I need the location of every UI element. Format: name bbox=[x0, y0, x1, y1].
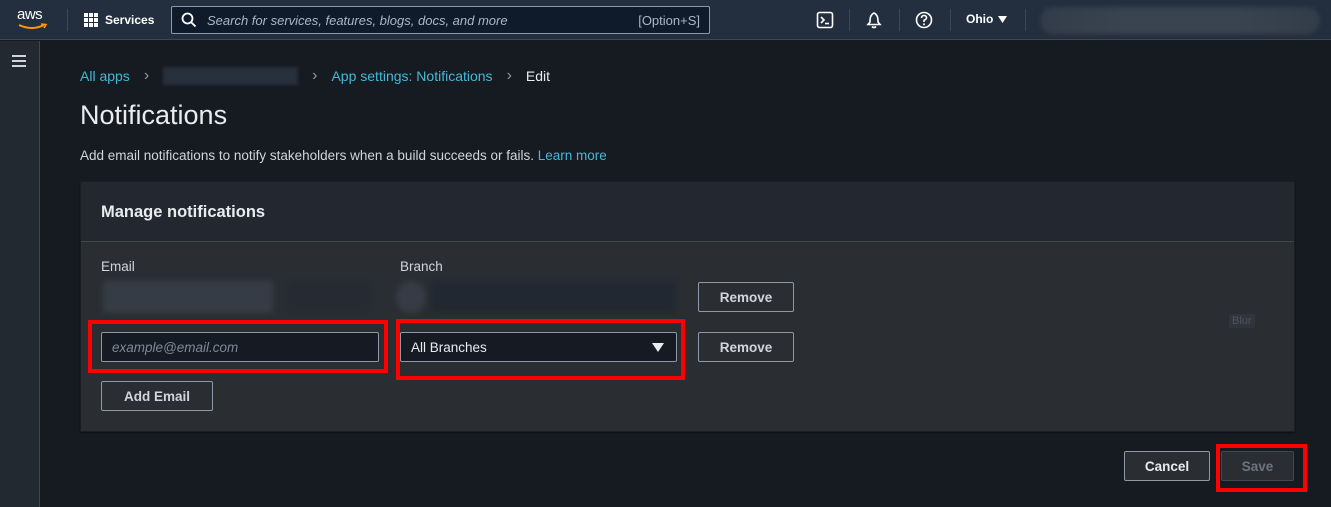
aws-logo[interactable]: aws bbox=[17, 6, 51, 32]
region-label: Ohio bbox=[966, 12, 994, 26]
page-description: Add email notifications to notify stakeh… bbox=[80, 148, 607, 163]
email-value-redacted bbox=[286, 281, 371, 313]
email-input[interactable]: example@email.com bbox=[101, 332, 379, 362]
page-title: Notifications bbox=[80, 100, 228, 130]
region-selector[interactable]: Ohio bbox=[966, 12, 1008, 26]
caret-down-icon bbox=[998, 15, 1008, 23]
side-navigation bbox=[0, 41, 40, 507]
learn-more-link[interactable]: Learn more bbox=[538, 148, 607, 163]
services-menu-button[interactable]: Services bbox=[84, 11, 154, 29]
cloudshell-icon[interactable] bbox=[816, 11, 834, 29]
add-email-button[interactable]: Add Email bbox=[101, 381, 213, 411]
panel-title: Manage notifications bbox=[101, 203, 266, 221]
divider bbox=[67, 9, 68, 31]
email-input-placeholder: example@email.com bbox=[112, 339, 239, 355]
email-value-redacted bbox=[103, 281, 273, 313]
hamburger-menu-icon[interactable] bbox=[12, 55, 26, 67]
aws-smile-icon bbox=[18, 23, 48, 29]
chevron-right-icon: › bbox=[143, 67, 150, 84]
aws-logo-text: aws bbox=[17, 6, 43, 23]
search-shortcut: [Option+S] bbox=[638, 12, 700, 28]
branch-select-value: All Branches bbox=[411, 339, 487, 355]
bell-icon[interactable] bbox=[865, 11, 883, 29]
breadcrumb-all-apps[interactable]: All apps bbox=[80, 68, 130, 84]
email-column-label: Email bbox=[101, 259, 135, 274]
search-icon bbox=[181, 12, 197, 28]
grid-icon bbox=[84, 13, 98, 27]
caret-down-icon bbox=[652, 343, 664, 352]
breadcrumb-edit: Edit bbox=[525, 68, 551, 84]
divider bbox=[1025, 9, 1026, 31]
remove-button[interactable]: Remove bbox=[698, 332, 794, 362]
description-text: Add email notifications to notify stakeh… bbox=[80, 148, 534, 163]
divider bbox=[849, 9, 850, 31]
branch-select[interactable]: All Branches bbox=[400, 332, 677, 362]
search-placeholder: Search for services, features, blogs, do… bbox=[207, 12, 508, 28]
chevron-right-icon: › bbox=[312, 67, 318, 84]
cancel-button[interactable]: Cancel bbox=[1124, 451, 1210, 481]
account-menu-redacted[interactable] bbox=[1040, 7, 1320, 34]
help-icon[interactable] bbox=[915, 11, 933, 29]
divider bbox=[950, 9, 951, 31]
services-label: Services bbox=[105, 13, 155, 27]
manage-notifications-panel: Manage notifications Email Branch Remove… bbox=[80, 181, 1295, 432]
breadcrumb-app-settings-notifications[interactable]: App settings: Notifications bbox=[331, 68, 492, 84]
branch-value-redacted bbox=[396, 281, 426, 313]
save-button[interactable]: Save bbox=[1221, 451, 1294, 481]
branch-column-label: Branch bbox=[400, 259, 443, 274]
breadcrumb-app-name-redacted[interactable] bbox=[163, 67, 299, 85]
branch-value-redacted bbox=[431, 281, 676, 313]
chevron-right-icon: › bbox=[506, 67, 512, 84]
top-navigation: aws Services Search for services, featur… bbox=[0, 0, 1331, 40]
search-input[interactable]: Search for services, features, blogs, do… bbox=[171, 6, 710, 34]
breadcrumb: All apps › › App settings: Notifications… bbox=[80, 67, 550, 85]
remove-button[interactable]: Remove bbox=[698, 282, 794, 312]
blur-tag: Blur bbox=[1229, 314, 1255, 328]
divider bbox=[899, 9, 900, 31]
